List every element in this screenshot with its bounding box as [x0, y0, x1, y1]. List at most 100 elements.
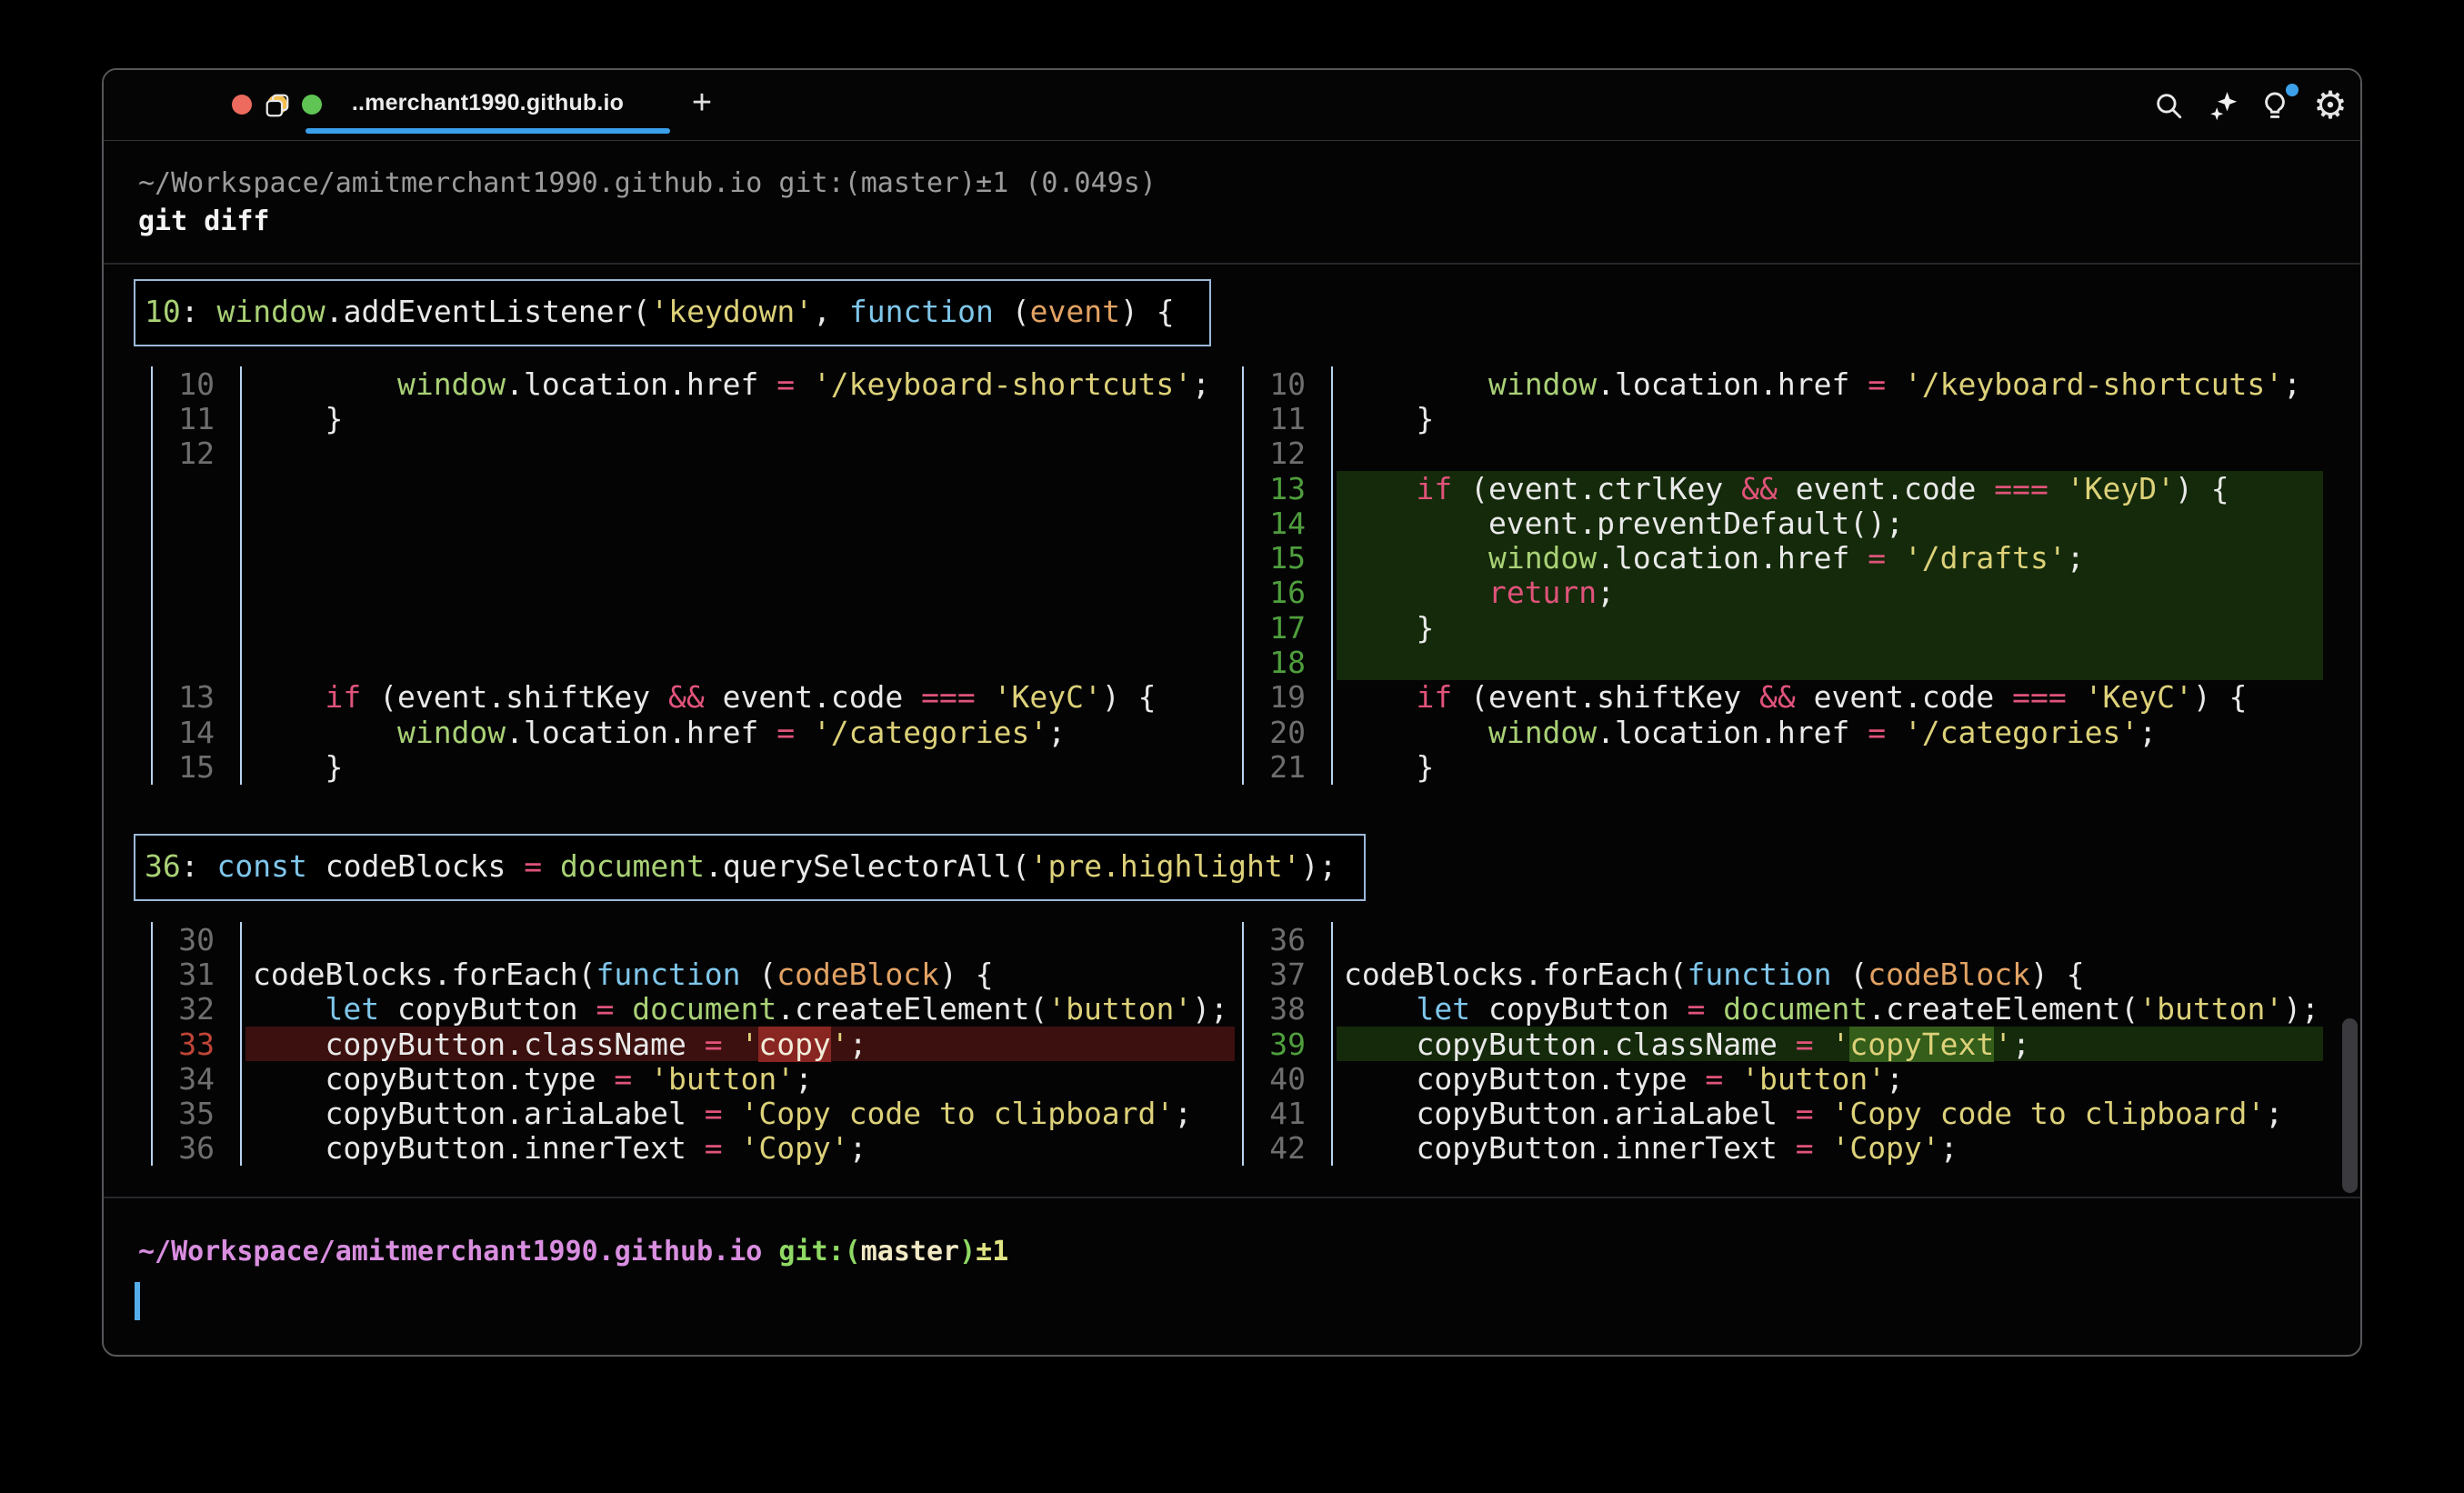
prompt-line-top: ~/Workspace/amitmerchant1990.github.io g… — [138, 165, 1157, 202]
code-token: = — [1796, 1096, 1814, 1131]
code-token: : — [181, 294, 217, 329]
diff-row — [151, 645, 1235, 679]
code-line — [245, 471, 1235, 506]
line-number: 10 — [151, 366, 242, 401]
code-token: document — [560, 848, 705, 884]
diff-row: 13 if (event.shiftKey && event.code === … — [151, 680, 1235, 715]
line-number: 39 — [1242, 1027, 1333, 1061]
line-number: 41 — [1242, 1096, 1333, 1130]
line-number: 31 — [151, 957, 242, 991]
line-number: 33 — [151, 1027, 242, 1061]
diff-row: 36 — [1242, 922, 2323, 957]
code-token: ); — [1301, 848, 1337, 884]
lightbulb-icon[interactable] — [2259, 90, 2290, 121]
code-token: = — [705, 1096, 723, 1131]
scrollbar-thumb[interactable] — [2342, 1018, 2358, 1193]
code-token: copyButton.ariaLabel — [253, 1096, 705, 1131]
code-token: event — [1030, 294, 1120, 329]
diff-row: 12 — [151, 436, 1235, 471]
line-number — [151, 645, 242, 679]
code-token: ; — [1940, 1130, 1958, 1166]
code-token — [253, 679, 325, 715]
code-token: ; — [2012, 1027, 2030, 1062]
diff-row: 39 copyButton.className = 'copyText'; — [1242, 1027, 2323, 1061]
line-number: 36 — [1242, 922, 1333, 957]
code-line: } — [245, 401, 1235, 436]
code-token: 'Copy' — [1831, 1130, 1939, 1166]
tabs-overview-icon[interactable] — [264, 92, 291, 119]
code-token: codeBlock — [1868, 957, 2030, 992]
line-number: 11 — [151, 401, 242, 436]
code-token: window — [397, 715, 506, 750]
diff-row: 16 return; — [1242, 576, 2323, 610]
code-token: .createElement( — [776, 991, 1047, 1027]
code-token — [795, 366, 813, 402]
code-token: 'button' — [1047, 991, 1192, 1027]
code-token: 10 — [145, 294, 181, 329]
code-token: .querySelectorAll( — [705, 848, 1030, 884]
line-number: 14 — [151, 715, 242, 749]
line-number: 13 — [151, 680, 242, 715]
line-number — [151, 540, 242, 575]
code-token: && — [668, 679, 705, 715]
code-token: ); — [1192, 991, 1228, 1027]
code-token: = — [1705, 1061, 1723, 1097]
code-token — [1705, 991, 1723, 1027]
diff-pane-new: 3637codeBlocks.forEach(function (codeBlo… — [1242, 922, 2323, 1166]
prompt-line-bottom[interactable]: ~/Workspace/amitmerchant1990.github.io g… — [138, 1234, 1008, 1270]
diff-row: 30 — [151, 922, 1235, 957]
code-token: codeBlocks.forEach( — [253, 957, 596, 992]
code-token: ( — [740, 957, 776, 992]
line-number: 38 — [1242, 992, 1333, 1027]
active-tab[interactable]: ..merchant1990.github.io — [305, 70, 670, 140]
code-line: copyButton.className = 'copy'; — [245, 1027, 1235, 1061]
line-number: 17 — [1242, 610, 1333, 645]
diff-row: 15 } — [151, 749, 1235, 784]
diff-row: 15 window.location.href = '/drafts'; — [1242, 540, 2323, 575]
code-token: if — [1416, 471, 1452, 506]
code-token: document — [1723, 991, 1868, 1027]
code-token: = — [705, 1130, 723, 1166]
code-token: copy — [758, 1027, 830, 1062]
code-line — [245, 576, 1235, 610]
code-token: ; — [2138, 715, 2157, 750]
code-token: let — [1416, 991, 1470, 1027]
close-button[interactable] — [232, 95, 252, 115]
code-line: copyButton.className = 'copyText'; — [1337, 1027, 2323, 1061]
code-token: ; — [2067, 540, 2085, 576]
code-token — [976, 679, 994, 715]
code-token: window — [217, 294, 326, 329]
diff-row: 13 if (event.ctrlKey && event.code === '… — [1242, 471, 2323, 506]
code-token: = — [524, 848, 542, 884]
settings-gear-icon[interactable]: ⚙ — [2310, 85, 2350, 126]
code-line: let copyButton = document.createElement(… — [1337, 992, 2323, 1027]
ai-sparkle-icon[interactable] — [2209, 90, 2239, 121]
code-line: if (event.shiftKey && event.code === 'Ke… — [1337, 680, 2323, 715]
code-line — [245, 645, 1235, 679]
diff-row: 12 — [1242, 436, 2323, 471]
code-token — [1814, 1027, 1832, 1062]
line-number: 15 — [151, 749, 242, 784]
code-token: copyButton.innerText — [1344, 1130, 1796, 1166]
tab-title: ..merchant1990.github.io — [305, 90, 670, 116]
code-line: copyButton.innerText = 'Copy'; — [1337, 1131, 2323, 1166]
diff-row — [151, 506, 1235, 540]
code-token — [1344, 715, 1488, 750]
search-icon[interactable] — [2153, 90, 2184, 121]
code-token: ; — [849, 1130, 867, 1166]
line-number: 35 — [151, 1096, 242, 1130]
code-line — [245, 506, 1235, 540]
code-line — [1337, 645, 2323, 679]
block-separator-bottom — [104, 1197, 2360, 1198]
code-token: = — [1868, 715, 1886, 750]
code-token: ' — [740, 1027, 758, 1062]
code-token: copyButton.className — [253, 1027, 705, 1062]
diff-row: 20 window.location.href = '/categories'; — [1242, 715, 2323, 749]
code-token — [723, 1096, 741, 1131]
code-token: '/drafts' — [1904, 540, 2067, 576]
code-token — [2067, 679, 2085, 715]
code-line: } — [1337, 749, 2323, 784]
code-line: if (event.shiftKey && event.code === 'Ke… — [245, 680, 1235, 715]
hunk-header-1-code: 10: window.addEventListener('keydown', f… — [135, 281, 1209, 343]
new-tab-button[interactable]: + — [684, 70, 720, 140]
